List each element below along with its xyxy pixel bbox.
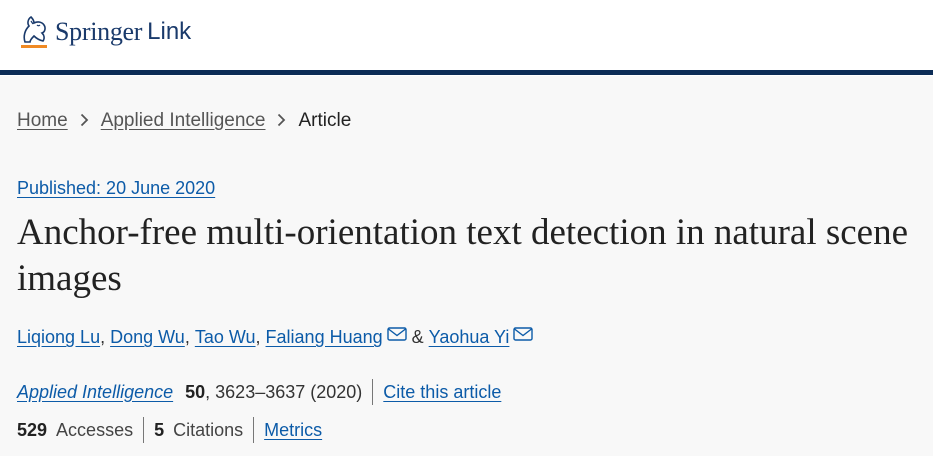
header-divider — [0, 70, 933, 75]
author-separator: & — [406, 327, 429, 347]
pages-year: , 3623–3637 (2020) — [205, 381, 363, 402]
logo-springer-text: Springer — [55, 17, 143, 46]
breadcrumb-current: Article — [298, 110, 352, 131]
journal-link[interactable]: Applied Intelligence — [17, 382, 173, 403]
citation-line: Applied Intelligence 50 , 3623–3637 (202… — [17, 379, 501, 405]
accesses-count: 529 — [17, 419, 48, 440]
article-title: Anchor-free multi-orientation text detec… — [17, 212, 909, 299]
mail-icon[interactable] — [513, 326, 534, 341]
author-link[interactable]: Tao Wu — [195, 327, 256, 348]
divider — [143, 417, 145, 443]
author-link[interactable]: Liqiong Lu — [17, 327, 100, 348]
author-separator: , — [100, 327, 111, 347]
author-separator: , — [184, 327, 195, 347]
breadcrumb-home[interactable]: Home — [17, 110, 68, 132]
volume-number: 50 — [185, 381, 206, 402]
citations-count: 5 — [154, 419, 165, 440]
metrics-link[interactable]: Metrics — [264, 420, 322, 441]
divider — [253, 417, 255, 443]
published-date-link[interactable]: Published: 20 June 2020 — [17, 178, 215, 199]
logo-link-text: Link — [147, 18, 192, 45]
author-list: Liqiong Lu , Dong Wu , Tao Wu , Faliang … — [17, 326, 534, 348]
mail-icon[interactable] — [386, 326, 407, 341]
cite-this-article-link[interactable]: Cite this article — [383, 382, 501, 403]
site-header: Springer Link — [0, 0, 933, 76]
metrics-bar: 529 Accesses 5 Citations Metrics — [17, 417, 322, 443]
chevron-right-icon — [277, 111, 286, 132]
author-separator: , — [255, 327, 266, 347]
breadcrumb-journal[interactable]: Applied Intelligence — [101, 110, 266, 132]
springer-horse-icon — [21, 15, 47, 48]
divider — [372, 379, 374, 405]
author-link[interactable]: Dong Wu — [110, 327, 185, 348]
citations-label: Citations — [173, 419, 244, 440]
accesses-label: Accesses — [56, 419, 134, 440]
chevron-right-icon — [80, 111, 89, 132]
author-link[interactable]: Yaohua Yi — [429, 327, 510, 348]
author-link[interactable]: Faliang Huang — [266, 327, 383, 348]
springer-link-logo[interactable]: Springer Link — [17, 12, 191, 52]
breadcrumb: Home Applied Intelligence Article — [17, 110, 351, 132]
